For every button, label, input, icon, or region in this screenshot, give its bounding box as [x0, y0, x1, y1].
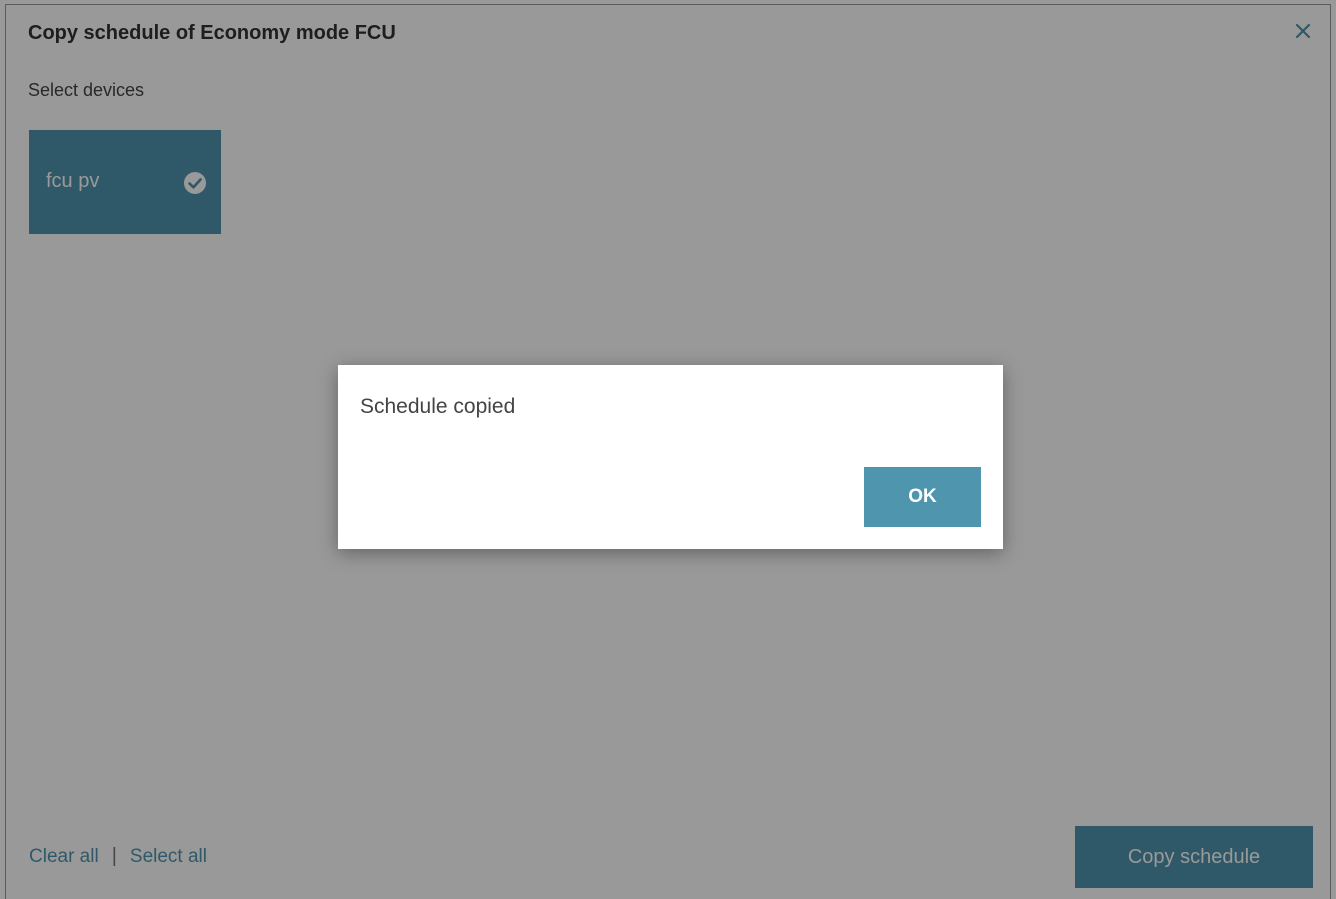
modal-message: Schedule copied — [360, 395, 516, 418]
ok-button[interactable]: OK — [864, 467, 981, 527]
confirmation-modal: Schedule copied OK — [338, 365, 1003, 549]
